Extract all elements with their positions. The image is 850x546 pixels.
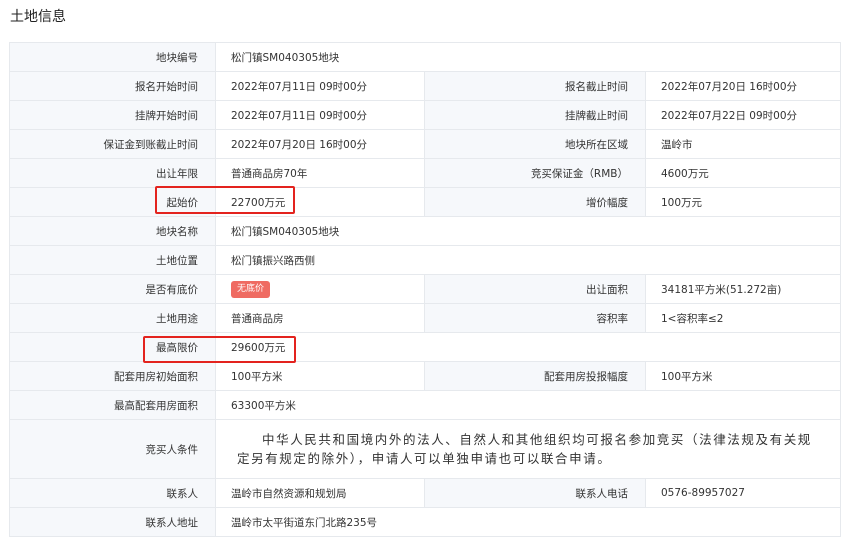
table-row: 地块编号 松门镇SM040305地块 xyxy=(9,42,841,72)
list-end-value: 2022年07月22日 09时00分 xyxy=(645,100,841,130)
conditions-text: 中华人民共和国境内外的法人、自然人和其他组织均可报名参加竞买（法律法规及有关规定… xyxy=(237,432,812,466)
max-price-label: 最高限价 xyxy=(9,332,216,362)
conditions-label: 竞买人条件 xyxy=(9,419,216,479)
contact-value: 温岭市自然资源和规划局 xyxy=(215,478,425,508)
area-value: 34181平方米(51.272亩) xyxy=(645,274,841,304)
table-row: 起始价 22700万元 增价幅度 100万元 xyxy=(9,187,841,217)
housing-increment-label: 配套用房投报幅度 xyxy=(424,361,646,391)
max-price-value: 29600万元 xyxy=(215,332,841,362)
table-row: 联系人 温岭市自然资源和规划局 联系人电话 0576-89957027 xyxy=(9,478,841,508)
contact-label: 联系人 xyxy=(9,478,216,508)
table-row: 土地用途 普通商品房 容积率 1<容积率≤2 xyxy=(9,303,841,333)
table-row: 保证金到账截止时间 2022年07月20日 16时00分 地块所在区域 温岭市 xyxy=(9,129,841,159)
deposit-value: 4600万元 xyxy=(645,158,841,188)
table-row: 竞买人条件 中华人民共和国境内外的法人、自然人和其他组织均可报名参加竞买（法律法… xyxy=(9,419,841,479)
table-row: 挂牌开始时间 2022年07月11日 09时00分 挂牌截止时间 2022年07… xyxy=(9,100,841,130)
address-value: 温岭市太平街道东门北路235号 xyxy=(215,507,841,537)
table-row: 最高限价 29600万元 xyxy=(9,332,841,362)
deposit-deadline-value: 2022年07月20日 16时00分 xyxy=(215,129,425,159)
phone-value: 0576-89957027 xyxy=(645,478,841,508)
usage-value: 普通商品房 xyxy=(215,303,425,333)
table-row: 是否有底价 无底价 出让面积 34181平方米(51.272亩) xyxy=(9,274,841,304)
increment-label: 增价幅度 xyxy=(424,187,646,217)
page-title: 土地信息 xyxy=(10,9,66,25)
parcel-no-label: 地块编号 xyxy=(9,42,216,72)
table-row: 配套用房初始面积 100平方米 配套用房投报幅度 100平方米 xyxy=(9,361,841,391)
address-label: 联系人地址 xyxy=(9,507,216,537)
term-label: 出让年限 xyxy=(9,158,216,188)
reg-start-label: 报名开始时间 xyxy=(9,71,216,101)
term-value: 普通商品房70年 xyxy=(215,158,425,188)
table-row: 出让年限 普通商品房70年 竞买保证金（RMB） 4600万元 xyxy=(9,158,841,188)
start-price-label: 起始价 xyxy=(9,187,216,217)
usage-label: 土地用途 xyxy=(9,303,216,333)
housing-initial-label: 配套用房初始面积 xyxy=(9,361,216,391)
area-label: 出让面积 xyxy=(424,274,646,304)
list-start-label: 挂牌开始时间 xyxy=(9,100,216,130)
table-row: 地块名称 松门镇SM040305地块 xyxy=(9,216,841,246)
deposit-deadline-label: 保证金到账截止时间 xyxy=(9,129,216,159)
table-row: 最高配套用房面积 63300平方米 xyxy=(9,390,841,420)
region-value: 温岭市 xyxy=(645,129,841,159)
table-row: 联系人地址 温岭市太平街道东门北路235号 xyxy=(9,507,841,537)
housing-initial-value: 100平方米 xyxy=(215,361,425,391)
parcel-no-value: 松门镇SM040305地块 xyxy=(215,42,841,72)
conditions-cell: 中华人民共和国境内外的法人、自然人和其他组织均可报名参加竞买（法律法规及有关规定… xyxy=(215,419,841,479)
increment-value: 100万元 xyxy=(645,187,841,217)
phone-label: 联系人电话 xyxy=(424,478,646,508)
parcel-name-label: 地块名称 xyxy=(9,216,216,246)
housing-increment-value: 100平方米 xyxy=(645,361,841,391)
table-row: 土地位置 松门镇振兴路西侧 xyxy=(9,245,841,275)
no-reserve-badge: 无底价 xyxy=(231,280,271,298)
reserve-price-value: 无底价 xyxy=(215,274,425,304)
reserve-price-label: 是否有底价 xyxy=(9,274,216,304)
parcel-name-value: 松门镇SM040305地块 xyxy=(215,216,841,246)
list-start-value: 2022年07月11日 09时00分 xyxy=(215,100,425,130)
land-info-table: 地块编号 松门镇SM040305地块 报名开始时间 2022年07月11日 09… xyxy=(9,42,841,537)
table-row: 报名开始时间 2022年07月11日 09时00分 报名截止时间 2022年07… xyxy=(9,71,841,101)
reg-start-value: 2022年07月11日 09时00分 xyxy=(215,71,425,101)
housing-max-label: 最高配套用房面积 xyxy=(9,390,216,420)
reg-end-label: 报名截止时间 xyxy=(424,71,646,101)
start-price-value: 22700万元 xyxy=(215,187,425,217)
far-value: 1<容积率≤2 xyxy=(645,303,841,333)
location-value: 松门镇振兴路西侧 xyxy=(215,245,841,275)
reg-end-value: 2022年07月20日 16时00分 xyxy=(645,71,841,101)
far-label: 容积率 xyxy=(424,303,646,333)
deposit-label: 竞买保证金（RMB） xyxy=(424,158,646,188)
region-label: 地块所在区域 xyxy=(424,129,646,159)
housing-max-value: 63300平方米 xyxy=(215,390,841,420)
location-label: 土地位置 xyxy=(9,245,216,275)
list-end-label: 挂牌截止时间 xyxy=(424,100,646,130)
